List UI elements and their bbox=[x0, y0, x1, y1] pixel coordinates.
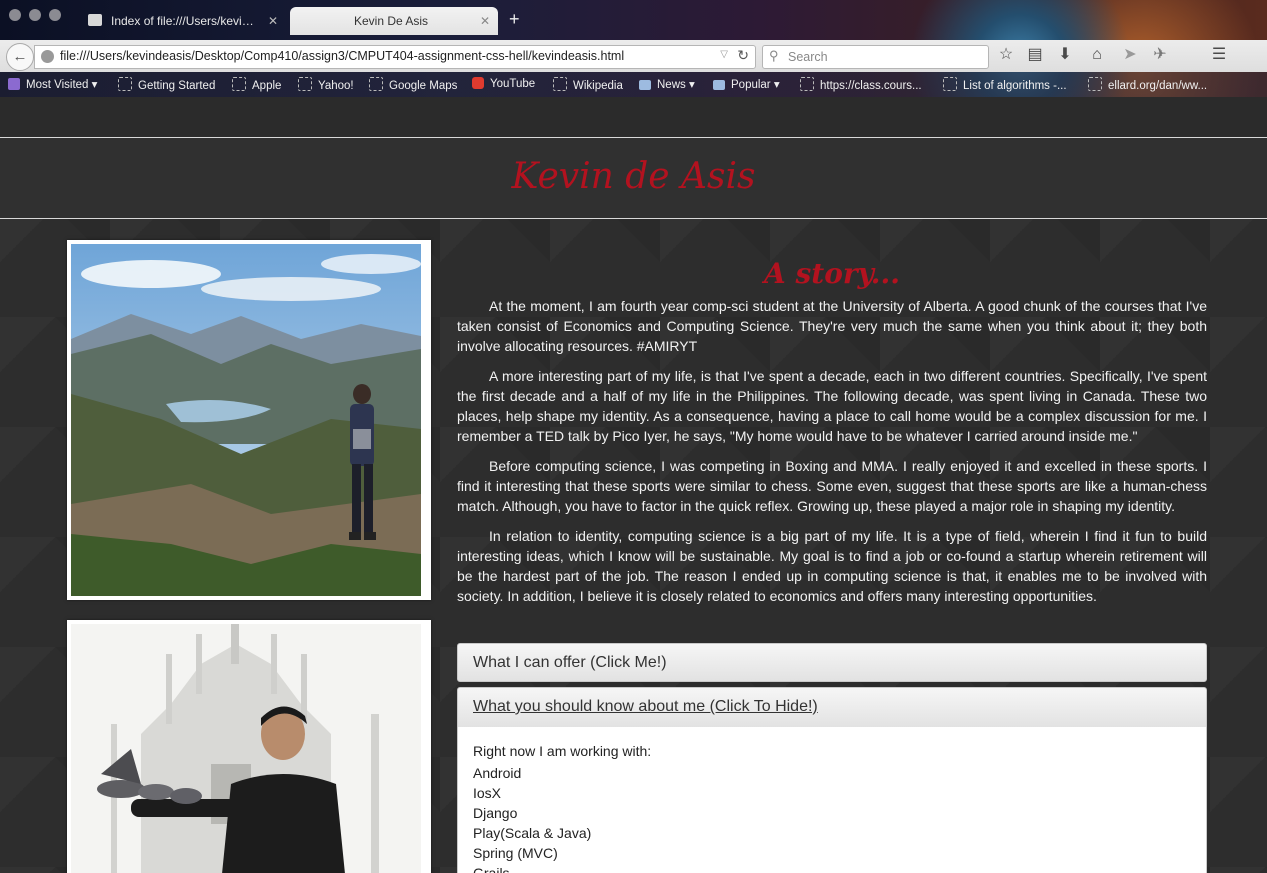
search-icon: ⚲ bbox=[769, 48, 779, 63]
accordion-header-know[interactable]: What you should know about me (Click To … bbox=[457, 687, 1207, 729]
download-icon[interactable]: ⬇ bbox=[1055, 45, 1075, 65]
bookmark-wikipedia[interactable]: Wikipedia bbox=[553, 77, 623, 92]
accordion-label: What you should know about me (Click To … bbox=[473, 698, 818, 715]
list-item: IosX bbox=[473, 785, 502, 801]
site-header: Kevin de Asis bbox=[0, 138, 1267, 219]
browser-chrome: Index of file:///Users/kevind... ✕ Kevin… bbox=[0, 0, 1267, 97]
extension-icon[interactable]: ✈ bbox=[1150, 45, 1170, 65]
bookmark-label: ellard.org/dan/ww... bbox=[1108, 80, 1208, 92]
bookmark-getting-started[interactable]: Getting Started bbox=[118, 77, 215, 92]
story-paragraph: Before computing science, I was competin… bbox=[457, 458, 1207, 514]
reload-icon[interactable]: ↻ bbox=[737, 47, 749, 64]
story-paragraph: In relation to identity, computing scien… bbox=[457, 528, 1207, 604]
bookmark-class-courses[interactable]: https://class.cours... bbox=[800, 77, 922, 92]
list-item: Android bbox=[473, 765, 522, 781]
list-item: Spring (MVC) bbox=[473, 845, 558, 861]
mountain-photo bbox=[67, 240, 431, 600]
bookmark-label: Wikipedia bbox=[573, 80, 623, 92]
navigation-toolbar: ← file:///Users/kevindeasis/Desktop/Comp… bbox=[0, 40, 1267, 72]
close-window-button[interactable] bbox=[9, 9, 21, 21]
page-icon bbox=[118, 77, 132, 91]
accordion-panel-know: Right now I am working with: Android Ios… bbox=[457, 727, 1207, 873]
accordion-header-offer[interactable]: What I can offer (Click Me!) bbox=[457, 643, 1207, 682]
list-item: Play(Scala & Java) bbox=[473, 825, 592, 841]
site-title: Kevin de Asis bbox=[511, 156, 756, 197]
page-icon bbox=[232, 77, 246, 91]
folder-icon bbox=[713, 80, 725, 90]
reading-list-icon[interactable]: ▤ bbox=[1025, 45, 1045, 65]
bookmark-apple[interactable]: Apple bbox=[232, 77, 281, 92]
search-input[interactable]: ⚲ Search bbox=[762, 45, 989, 69]
bookmark-label: YouTube bbox=[490, 78, 536, 90]
list-item: Django bbox=[473, 805, 518, 821]
chevron-down-icon[interactable]: ▽ bbox=[720, 49, 728, 60]
skills-list: Android IosX Django Play(Scala & Java) S… bbox=[473, 763, 591, 873]
globe-icon bbox=[41, 50, 54, 63]
send-icon[interactable]: ➤ bbox=[1120, 45, 1140, 65]
bookmark-label: Popular bbox=[731, 79, 771, 91]
close-icon[interactable]: ✕ bbox=[480, 7, 490, 35]
zoom-window-button[interactable] bbox=[49, 9, 61, 21]
minimize-window-button[interactable] bbox=[29, 9, 41, 21]
tab-title: Index of file:///Users/kevind... bbox=[111, 14, 260, 28]
tab-title: Kevin De Asis bbox=[353, 14, 429, 28]
top-band bbox=[0, 97, 1267, 138]
panel-intro: Right now I am working with: bbox=[473, 743, 652, 759]
bookmark-label: Getting Started bbox=[138, 80, 216, 92]
bookmark-label: Apple bbox=[252, 80, 282, 92]
bookmark-youtube[interactable]: YouTube bbox=[472, 77, 535, 90]
search-placeholder: Search bbox=[788, 50, 828, 64]
bookmark-label: List of algorithms -... bbox=[963, 80, 1067, 92]
bookmark-google-maps[interactable]: Google Maps bbox=[369, 77, 457, 92]
page-icon bbox=[800, 77, 814, 91]
list-item: Grails bbox=[473, 865, 510, 873]
folder-icon bbox=[639, 80, 651, 90]
story-paragraph: A more interesting part of my life, is t… bbox=[457, 368, 1207, 444]
cathedral-photo-image bbox=[71, 624, 421, 873]
bookmark-label: Google Maps bbox=[389, 80, 458, 92]
tab-index[interactable]: Index of file:///Users/kevind... ✕ bbox=[78, 7, 286, 35]
story-heading: A story... bbox=[764, 257, 900, 290]
url-bar[interactable]: file:///Users/kevindeasis/Desktop/Comp41… bbox=[34, 45, 756, 69]
bookmark-most-visited[interactable]: Most Visited ▾ bbox=[8, 77, 97, 91]
tab-strip: Index of file:///Users/kevind... ✕ Kevin… bbox=[0, 0, 1267, 40]
most-visited-icon bbox=[8, 78, 20, 90]
bookmark-label: News bbox=[657, 79, 686, 91]
cathedral-photo bbox=[67, 620, 431, 873]
menu-icon[interactable]: ☰ bbox=[1209, 45, 1229, 65]
bookmark-label: Most Visited bbox=[26, 79, 89, 91]
bookmarks-toolbar: Most Visited ▾ Getting Started Apple Yah… bbox=[0, 72, 1267, 97]
accordion-label: What I can offer (Click Me!) bbox=[473, 654, 667, 671]
bookmark-popular[interactable]: Popular ▾ bbox=[713, 77, 780, 91]
bookmark-yahoo[interactable]: Yahoo! bbox=[298, 77, 354, 92]
page-icon bbox=[553, 77, 567, 91]
story-paragraph: At the moment, I am fourth year comp-sci… bbox=[457, 298, 1207, 354]
bookmark-label: Yahoo! bbox=[318, 80, 354, 92]
bookmark-label: https://class.cours... bbox=[820, 80, 922, 92]
page-icon bbox=[298, 77, 312, 91]
bookmark-ellard[interactable]: ellard.org/dan/ww... bbox=[1088, 77, 1207, 92]
page-icon bbox=[943, 77, 957, 91]
back-button[interactable]: ← bbox=[6, 43, 34, 71]
page-content: Kevin de Asis A story... At the moment, … bbox=[0, 97, 1267, 873]
home-icon[interactable]: ⌂ bbox=[1087, 45, 1107, 65]
tab-kevin-de-asis[interactable]: Kevin De Asis ✕ bbox=[290, 7, 498, 35]
url-text: file:///Users/kevindeasis/Desktop/Comp41… bbox=[60, 49, 625, 63]
page-icon bbox=[1088, 77, 1102, 91]
bookmark-news[interactable]: News ▾ bbox=[639, 77, 695, 91]
bookmark-list-of-algorithms[interactable]: List of algorithms -... bbox=[943, 77, 1067, 92]
page-icon bbox=[88, 14, 102, 26]
mountain-photo-image bbox=[71, 244, 421, 596]
close-icon[interactable]: ✕ bbox=[268, 7, 278, 35]
new-tab-button[interactable]: + bbox=[509, 9, 520, 30]
page-icon bbox=[369, 77, 383, 91]
youtube-icon bbox=[472, 77, 484, 89]
story-section: A story... At the moment, I am fourth ye… bbox=[457, 257, 1207, 616]
bookmark-star-icon[interactable]: ☆ bbox=[996, 45, 1016, 65]
